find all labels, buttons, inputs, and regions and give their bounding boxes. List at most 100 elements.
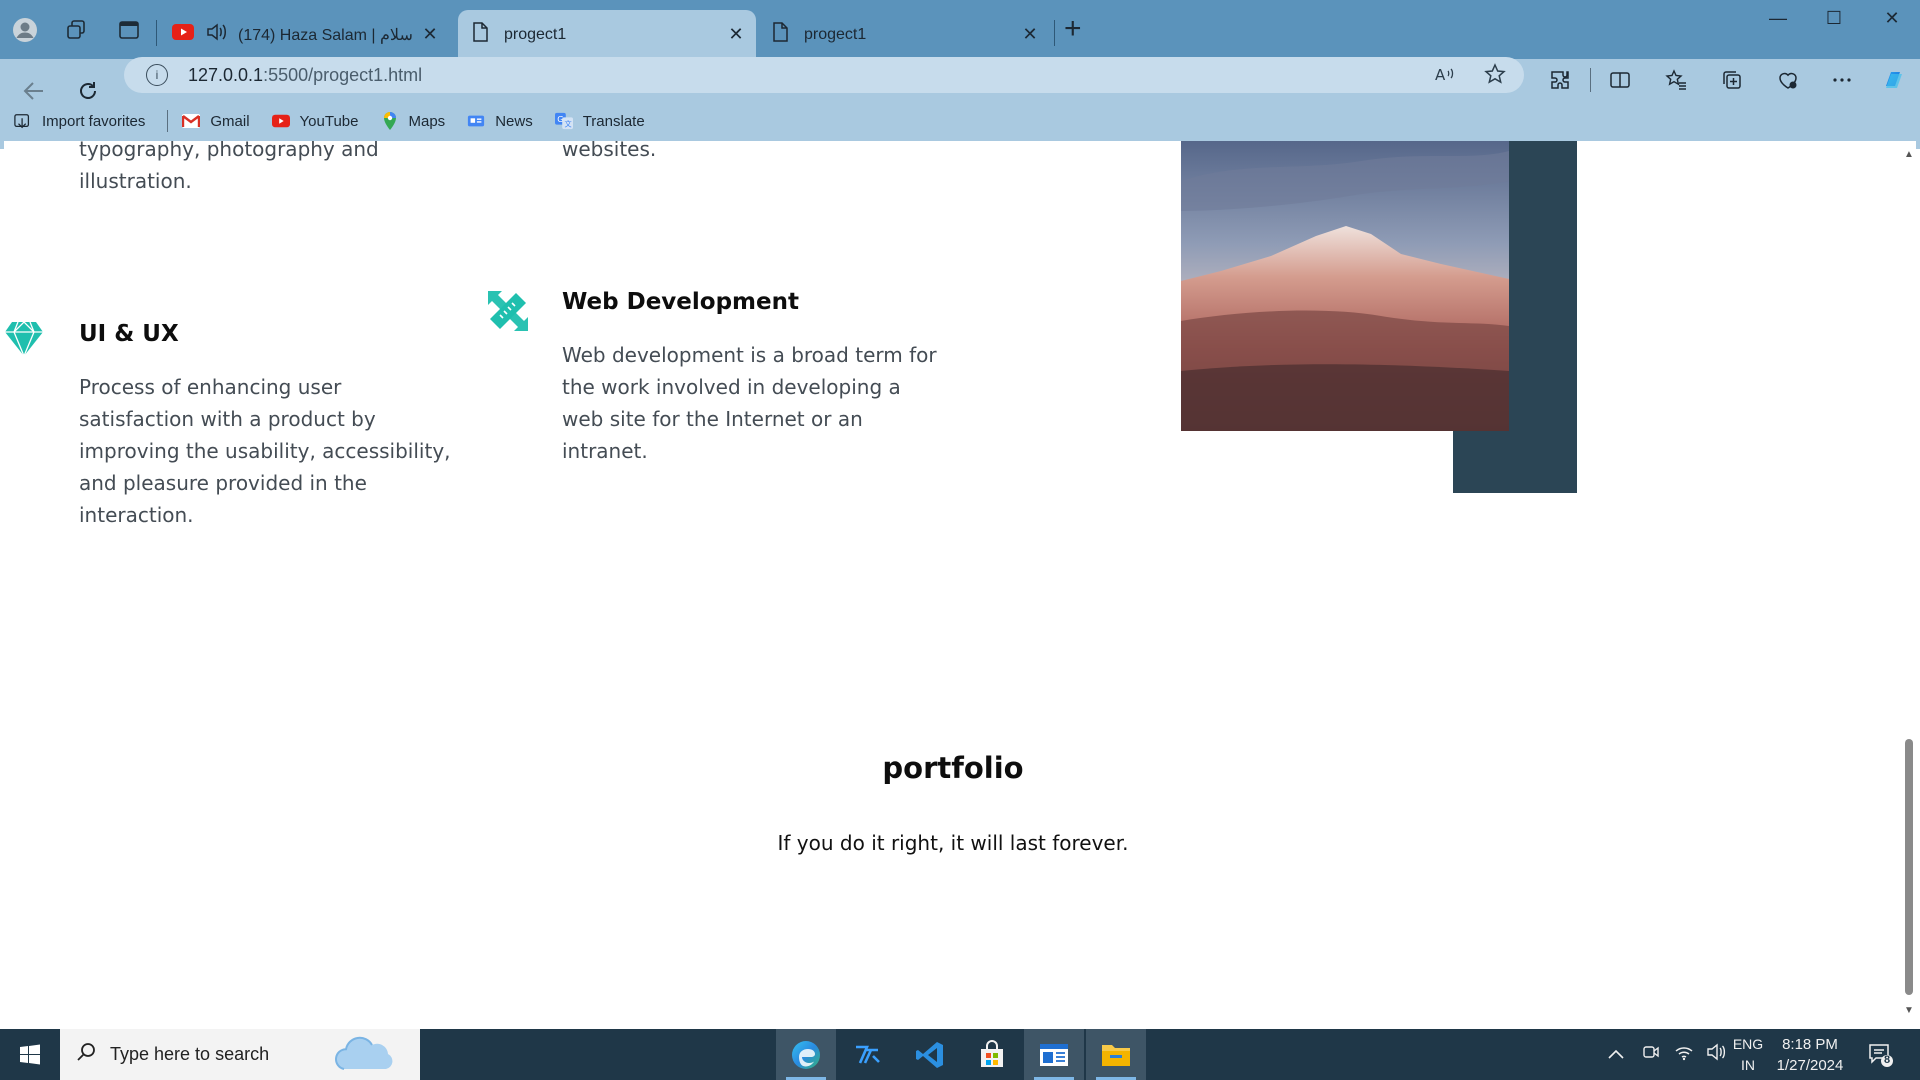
page-scrollbar[interactable]: ▲ ▼ <box>1902 141 1916 1025</box>
portfolio-title: portfolio <box>882 751 1024 785</box>
store-icon <box>981 1039 1003 1067</box>
taskbar-app[interactable] <box>838 1029 898 1080</box>
tab-bar: (174) Haza Salam | هذا سلام ✕ progect1 ✕… <box>0 0 1920 59</box>
profile-icon[interactable] <box>12 17 38 43</box>
chevron-up-icon[interactable] <box>1608 1046 1624 1064</box>
language-code: ENG <box>1732 1036 1764 1052</box>
favorite-label: News <box>495 112 533 130</box>
portfolio-subtitle: If you do it right, it will last forever… <box>777 831 1129 855</box>
taskbar-edge[interactable] <box>776 1029 836 1080</box>
pencil-ruler-icon <box>486 289 530 338</box>
maximize-button[interactable]: ☐ <box>1814 8 1854 29</box>
service-title: Web Development <box>562 289 799 315</box>
info-icon[interactable]: i <box>146 64 168 86</box>
workspaces-icon[interactable] <box>64 17 90 43</box>
favorite-label: Import favorites <box>42 112 146 130</box>
windows-taskbar: Type here to search ENG IN 8:18 PM 1/27/… <box>0 1029 1920 1080</box>
clock-date: 1/27/2024 <box>1776 1057 1844 1074</box>
copilot-icon[interactable] <box>1878 64 1910 96</box>
tab-title: progect1 <box>804 25 867 43</box>
maps-icon <box>381 112 399 130</box>
search-placeholder: Type here to search <box>110 1044 270 1064</box>
taskbar-clock[interactable]: 8:18 PM 1/27/2024 <box>1770 1034 1850 1076</box>
tab-progect1-active[interactable]: progect1 ✕ <box>458 10 756 59</box>
close-icon[interactable]: ✕ <box>724 24 748 45</box>
scroll-up-arrow[interactable]: ▲ <box>1903 149 1915 161</box>
taskbar-store[interactable] <box>962 1029 1022 1080</box>
favorite-gmail[interactable]: Gmail <box>182 112 250 130</box>
diamond-icon <box>4 321 44 362</box>
language-indicator[interactable]: ENG IN <box>1718 1034 1778 1076</box>
close-icon[interactable]: ✕ <box>1018 24 1042 45</box>
service-description: Web development is a broad term for the … <box>562 343 937 463</box>
youtube-icon <box>172 24 194 45</box>
favorites-icon[interactable] <box>1660 64 1692 96</box>
extensions-icon[interactable] <box>1544 64 1576 96</box>
more-options-icon[interactable] <box>1826 64 1858 96</box>
toolbar-divider <box>1590 68 1591 92</box>
gmail-icon <box>182 112 201 130</box>
weather-cloud-icon[interactable] <box>330 1035 400 1080</box>
app-icon <box>856 1045 880 1064</box>
region-code: IN <box>1741 1057 1755 1073</box>
wifi-icon[interactable] <box>1674 1043 1694 1066</box>
browser-essentials-icon[interactable] <box>1772 64 1804 96</box>
vscode-icon <box>916 1041 943 1068</box>
address-bar[interactable]: i 127.0.0.1:5500/progect1.html A <box>124 57 1524 93</box>
notifications-button[interactable]: 8 <box>1868 1042 1894 1073</box>
favorite-news[interactable]: News <box>467 112 533 130</box>
edge-icon <box>792 1040 820 1069</box>
service-description-continued: typography, photography and illustration… <box>79 141 379 193</box>
favorites-divider <box>167 110 169 132</box>
scroll-down-arrow[interactable]: ▼ <box>1903 1005 1915 1017</box>
favorite-star-icon[interactable] <box>1484 63 1506 91</box>
taskbar-file-explorer[interactable] <box>1086 1029 1146 1080</box>
service-description-continued: websites. <box>562 141 657 161</box>
favorite-label: YouTube <box>299 112 359 130</box>
tab-youtube[interactable]: (174) Haza Salam | هذا سلام ✕ <box>168 10 450 59</box>
tab-title: (174) Haza Salam | هذا سلام <box>238 26 418 44</box>
collections-icon[interactable] <box>1716 64 1748 96</box>
svg-text:A: A <box>1435 66 1446 84</box>
favorite-import[interactable]: Import favorites <box>14 112 145 130</box>
close-icon[interactable]: ✕ <box>418 24 442 45</box>
new-tab-button[interactable]: + <box>1064 14 1082 44</box>
news-icon <box>467 112 485 130</box>
page-viewport: typography, photography and illustration… <box>4 141 1902 1025</box>
favorite-translate[interactable]: G文 Translate <box>554 112 645 130</box>
url-text[interactable]: 127.0.0.1:5500/progect1.html <box>188 65 422 86</box>
mountain-photo <box>1181 141 1509 431</box>
search-icon <box>76 1042 96 1068</box>
read-aloud-icon[interactable]: A <box>1434 63 1456 91</box>
tab-title: progect1 <box>504 25 567 43</box>
favorite-maps[interactable]: Maps <box>381 112 446 130</box>
url-path: :5500/progect1.html <box>263 64 423 85</box>
page-icon <box>772 22 788 47</box>
favorite-label: Gmail <box>210 112 250 130</box>
vertical-tabs-icon[interactable] <box>116 17 142 43</box>
translate-icon: G文 <box>554 112 573 130</box>
tab-progect1[interactable]: progect1 ✕ <box>760 10 1050 59</box>
favorites-bar: Import favorites Gmail YouTube Maps News… <box>0 103 1920 139</box>
youtube-icon <box>271 112 290 130</box>
taskbar-search[interactable]: Type here to search <box>60 1029 420 1080</box>
clock-time: 8:18 PM <box>1782 1036 1838 1053</box>
favorite-youtube[interactable]: YouTube <box>271 112 359 130</box>
taskbar-vscode[interactable] <box>900 1029 960 1080</box>
split-screen-icon[interactable] <box>1604 64 1636 96</box>
favorite-label: Translate <box>582 112 645 130</box>
notification-count: 8 <box>1883 1054 1891 1066</box>
window-app-icon <box>1040 1043 1068 1066</box>
meet-now-icon[interactable] <box>1642 1043 1660 1066</box>
close-window-button[interactable]: ✕ <box>1872 8 1912 29</box>
folder-icon <box>1102 1044 1130 1066</box>
taskbar-window-app[interactable] <box>1024 1029 1084 1080</box>
minimize-button[interactable]: — <box>1758 8 1798 29</box>
page-icon <box>472 22 488 47</box>
speaker-icon[interactable] <box>206 22 228 47</box>
favorite-label: Maps <box>408 112 446 130</box>
scroll-thumb[interactable] <box>1905 739 1913 995</box>
start-button[interactable] <box>0 1029 60 1080</box>
url-host: 127.0.0.1 <box>188 64 264 85</box>
import-icon <box>14 112 32 130</box>
